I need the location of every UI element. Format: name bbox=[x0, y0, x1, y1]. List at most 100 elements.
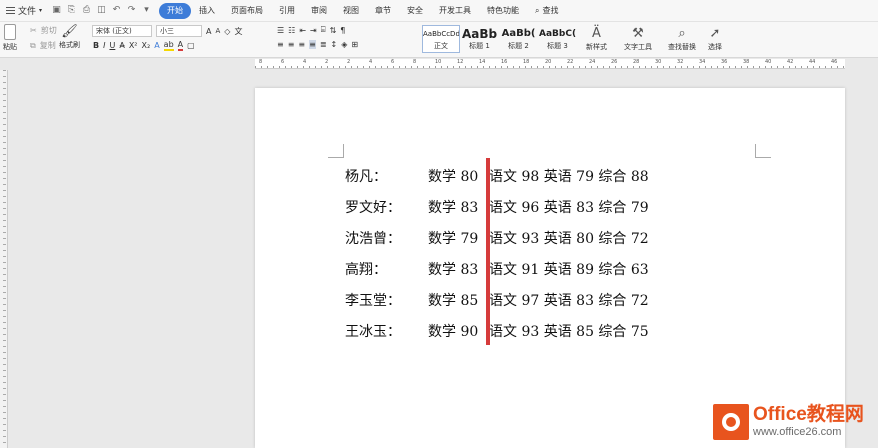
distribute-icon[interactable]: ≣ bbox=[320, 40, 327, 49]
student-name: 李玉堂： bbox=[345, 293, 401, 309]
style-sample: AaBb( bbox=[501, 28, 536, 39]
export-icon[interactable]: ⎘ bbox=[67, 6, 76, 15]
ruler-tick-label: 12 bbox=[457, 59, 464, 65]
style-heading-1[interactable]: AaBb 标题 1 bbox=[460, 25, 499, 53]
grow-font-icon[interactable]: A bbox=[206, 27, 211, 36]
tab-page-layout[interactable]: 页面布局 bbox=[223, 3, 271, 19]
ruler-tick-label: 2 bbox=[325, 59, 329, 65]
text-tools-label: 文字工具 bbox=[624, 43, 652, 51]
align-center-icon[interactable]: ≡ bbox=[288, 40, 295, 49]
highlight-icon[interactable]: ab bbox=[163, 40, 174, 51]
shrink-font-icon[interactable]: A bbox=[215, 27, 220, 35]
other-scores: 语文 97 英语 83 综合 72 bbox=[489, 293, 649, 309]
tab-view[interactable]: 视图 bbox=[335, 3, 367, 19]
sort-icon[interactable]: ⇅ bbox=[330, 26, 337, 35]
ruler-tick-label: 22 bbox=[567, 59, 574, 65]
style-label: 标题 1 bbox=[469, 42, 490, 50]
document-page[interactable]: 杨凡： 数学 80 语文 98 英语 79 综合 88 罗文好： 数学 83 语… bbox=[255, 88, 845, 448]
vertical-ruler[interactable] bbox=[0, 70, 8, 448]
bullets-icon[interactable]: ☰ bbox=[277, 26, 284, 35]
undo-icon[interactable]: ↶ bbox=[112, 6, 121, 15]
tab-review[interactable]: 审阅 bbox=[303, 3, 335, 19]
redo-icon[interactable]: ↷ bbox=[127, 6, 136, 15]
tab-home[interactable]: 开始 bbox=[159, 2, 192, 19]
show-marks-icon[interactable]: ¶ bbox=[340, 26, 345, 35]
numbering-icon[interactable]: ☷ bbox=[288, 26, 295, 35]
format-painter-button[interactable]: 🖌 格式刷 bbox=[59, 24, 80, 50]
ruler-tick-label: 4 bbox=[369, 59, 373, 65]
char-border-icon[interactable]: ▢ bbox=[187, 41, 195, 50]
find-replace-button[interactable]: ⌕ 查找替换 bbox=[668, 26, 696, 52]
chinese-layout-icon[interactable]: ⌸ bbox=[321, 25, 326, 35]
cut-button[interactable]: 剪切 bbox=[41, 25, 57, 36]
font-size-select[interactable]: 小三 bbox=[156, 25, 202, 37]
underline-icon[interactable]: U bbox=[109, 41, 115, 50]
save-icon[interactable]: ▣ bbox=[52, 6, 61, 15]
shading-icon[interactable]: ◈ bbox=[341, 40, 347, 49]
watermark-url: www.office26.com bbox=[753, 426, 842, 438]
math-score: 数学 85 bbox=[428, 293, 479, 309]
math-score: 数学 83 bbox=[428, 262, 479, 278]
style-normal[interactable]: AaBbCcDd 正文 bbox=[422, 25, 460, 53]
file-menu-button[interactable]: 文件 ▾ bbox=[0, 2, 48, 20]
style-sample: AaBb bbox=[461, 27, 498, 41]
ruler-tick-label: 28 bbox=[633, 59, 640, 65]
menu-bar: 文件 ▾ ▣ ⎘ ⎙ ◫ ↶ ↷ ▾ 开始 插入 页面布局 引用 审阅 视图 章… bbox=[0, 0, 878, 22]
clear-format-icon[interactable]: ◇ bbox=[224, 27, 230, 36]
bold-icon[interactable]: B bbox=[93, 41, 99, 50]
paste-button[interactable]: 粘贴 bbox=[3, 24, 17, 52]
paragraph-row-1: ☰ ☷ ⇤ ⇥ ⌸ ⇅ ¶ bbox=[277, 25, 345, 35]
superscript-icon[interactable]: X² bbox=[129, 41, 138, 50]
more-icon[interactable]: ▾ bbox=[142, 6, 151, 15]
ruler-tick-label: 38 bbox=[743, 59, 750, 65]
italic-icon[interactable]: I bbox=[103, 41, 105, 50]
ruler-tick-label: 18 bbox=[523, 59, 530, 65]
office-logo-icon bbox=[713, 403, 749, 440]
chevron-down-icon: ▾ bbox=[39, 7, 43, 14]
student-name: 罗文好： bbox=[345, 200, 401, 216]
phonetic-icon[interactable]: 文 bbox=[234, 26, 242, 37]
tab-developer[interactable]: 开发工具 bbox=[431, 3, 479, 19]
horizontal-ruler[interactable]: 8 6 4 2 2 4 6 8 10 12 14 16 18 20 22 24 26 28 30 32 34 36 38 40… bbox=[255, 59, 845, 69]
tab-insert[interactable]: 插入 bbox=[191, 3, 223, 19]
borders-icon[interactable]: ⊞ bbox=[351, 40, 358, 49]
print-icon[interactable]: ⎙ bbox=[82, 6, 91, 15]
tab-special-features[interactable]: 特色功能 bbox=[479, 3, 527, 19]
search-icon: ⌕ bbox=[535, 5, 540, 15]
font-color-icon[interactable]: A bbox=[177, 40, 184, 51]
increase-indent-icon[interactable]: ⇥ bbox=[310, 26, 317, 35]
copy-row: ⧉ 复制 bbox=[30, 40, 56, 51]
font-family-select[interactable]: 宋体 (正文) bbox=[92, 25, 152, 37]
search-button[interactable]: ⌕ 查找 bbox=[527, 5, 566, 16]
align-left-icon[interactable]: ≡ bbox=[277, 40, 284, 49]
new-style-label: 新样式 bbox=[586, 43, 607, 51]
style-heading-3[interactable]: AaBbC( 标题 3 bbox=[538, 25, 577, 53]
strikethrough-icon[interactable]: A̶ bbox=[119, 41, 124, 50]
align-right-icon[interactable]: ≡ bbox=[298, 40, 305, 49]
new-style-button[interactable]: Ä 新样式 bbox=[586, 26, 607, 52]
student-name: 高翔： bbox=[345, 262, 387, 278]
style-sample: AaBbCcDd bbox=[423, 30, 459, 38]
brush-icon: 🖌 bbox=[61, 24, 78, 39]
font-effect-icon[interactable]: A bbox=[154, 41, 159, 50]
decrease-indent-icon[interactable]: ⇤ bbox=[299, 26, 306, 35]
margin-corner-mark bbox=[755, 144, 771, 158]
select-button[interactable]: ➚ 选择 bbox=[708, 26, 722, 52]
clipboard-icon bbox=[4, 24, 16, 40]
tab-references[interactable]: 引用 bbox=[271, 3, 303, 19]
new-style-icon: Ä bbox=[592, 26, 601, 41]
subscript-icon[interactable]: X₂ bbox=[142, 41, 151, 50]
tab-security[interactable]: 安全 bbox=[399, 3, 431, 19]
ruler-tick-label: 8 bbox=[259, 59, 263, 65]
text-tools-button[interactable]: ⚒ 文字工具 bbox=[624, 26, 652, 52]
tab-sections[interactable]: 章节 bbox=[367, 3, 399, 19]
preview-icon[interactable]: ◫ bbox=[97, 6, 106, 15]
ruler-tick-label: 24 bbox=[589, 59, 596, 65]
copy-button[interactable]: 复制 bbox=[40, 40, 56, 51]
ruler-tick-label: 14 bbox=[479, 59, 486, 65]
line-spacing-icon[interactable]: ↕ bbox=[331, 40, 338, 49]
justify-icon[interactable]: ≡ bbox=[309, 40, 316, 49]
ruler-tick-label: 2 bbox=[347, 59, 351, 65]
find-replace-label: 查找替换 bbox=[668, 43, 696, 51]
style-heading-2[interactable]: AaBb( 标题 2 bbox=[499, 25, 538, 53]
